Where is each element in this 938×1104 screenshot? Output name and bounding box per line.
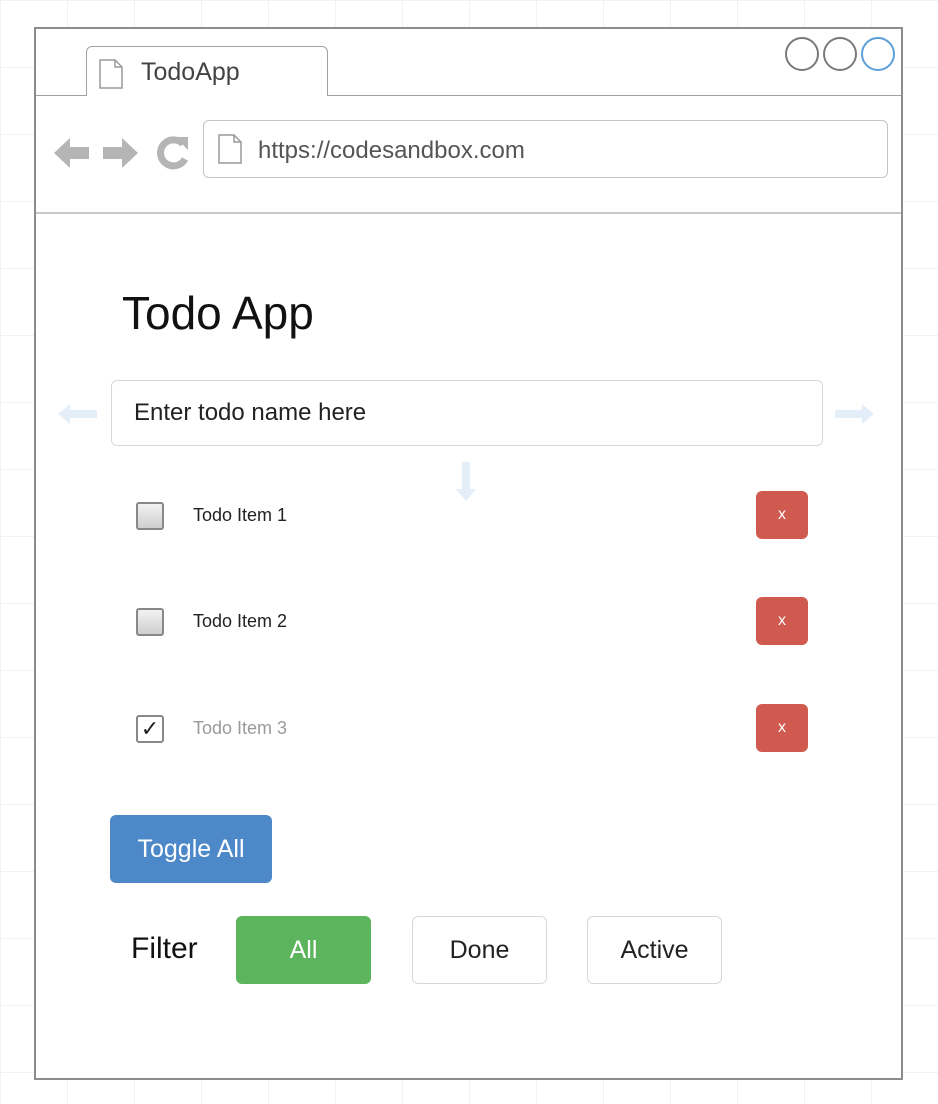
- left-arrow-icon: [58, 404, 97, 424]
- forward-arrow-icon[interactable]: [102, 136, 138, 170]
- delete-todo-button[interactable]: x: [756, 491, 808, 539]
- todo-name-input[interactable]: [111, 380, 823, 446]
- browser-tab[interactable]: TodoApp: [86, 46, 328, 96]
- url-text: https://codesandbox.com: [258, 137, 525, 164]
- reload-icon[interactable]: [154, 135, 190, 171]
- back-arrow-icon[interactable]: [54, 136, 90, 170]
- minimize-button[interactable]: [785, 37, 819, 71]
- toggle-all-button[interactable]: Toggle All: [110, 815, 272, 883]
- todo-label: Todo Item 3: [193, 718, 288, 738]
- filter-label: Filter: [131, 932, 198, 965]
- todo-label: Todo Item 2: [193, 611, 288, 631]
- todo-item: Todo Item 2 x: [136, 597, 808, 647]
- filter-all-button[interactable]: All: [236, 916, 371, 984]
- todo-label: Todo Item 1: [193, 505, 288, 525]
- right-arrow-icon: [835, 404, 874, 424]
- todo-checkbox-checked[interactable]: ✓: [136, 715, 164, 743]
- tab-title: TodoApp: [141, 58, 240, 86]
- delete-todo-button[interactable]: x: [756, 597, 808, 645]
- close-button[interactable]: [861, 37, 895, 71]
- address-bar[interactable]: https://codesandbox.com: [203, 120, 888, 178]
- filter-done-button[interactable]: Done: [412, 916, 547, 984]
- todo-item: ✓ Todo Item 3 x: [136, 704, 808, 754]
- page-icon: [218, 134, 242, 164]
- delete-todo-button[interactable]: x: [756, 704, 808, 752]
- todo-checkbox[interactable]: [136, 502, 164, 530]
- page-title: Todo App: [122, 287, 314, 339]
- navigation-bar: https://codesandbox.com: [36, 96, 901, 214]
- restore-button[interactable]: [823, 37, 857, 71]
- filter-active-button[interactable]: Active: [587, 916, 722, 984]
- window-controls: [785, 37, 895, 71]
- browser-window: TodoApp https://codesandbox.com Todo App: [34, 27, 903, 1080]
- todo-checkbox[interactable]: [136, 608, 164, 636]
- todo-item: Todo Item 1 x: [136, 491, 808, 541]
- page-icon: [99, 59, 123, 89]
